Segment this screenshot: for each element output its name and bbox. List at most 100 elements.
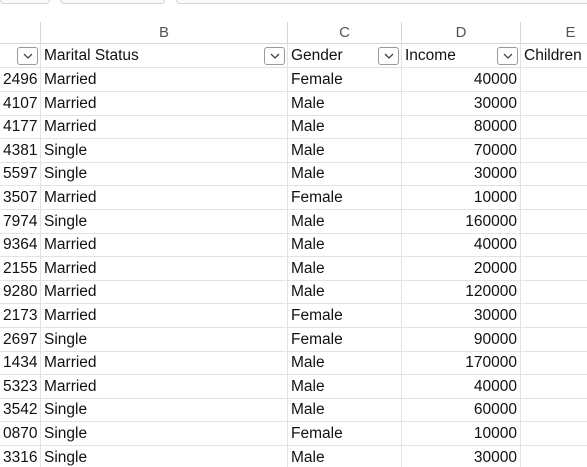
income-cell[interactable]: 70000 (402, 138, 521, 163)
gender-cell[interactable]: Male (288, 209, 402, 234)
header-cell-a[interactable] (0, 44, 41, 68)
children-cell[interactable] (521, 446, 587, 467)
marital-status-cell[interactable]: Married (41, 280, 288, 305)
id-cell[interactable]: 2155 (0, 256, 41, 281)
income-cell[interactable]: 80000 (402, 115, 521, 140)
income-cell[interactable]: 30000 (402, 445, 521, 467)
gender-cell[interactable]: Male (288, 280, 402, 305)
filter-dropdown-icon[interactable] (264, 47, 285, 65)
marital-status-cell[interactable]: Single (41, 209, 288, 234)
children-cell[interactable] (521, 186, 587, 210)
tab-fragment[interactable] (176, 0, 587, 4)
id-cell[interactable]: 7974 (0, 209, 41, 234)
marital-status-cell[interactable]: Married (41, 351, 288, 376)
id-cell[interactable]: 4381 (0, 138, 41, 163)
filter-dropdown-icon[interactable] (497, 47, 518, 65)
children-cell[interactable] (521, 162, 587, 186)
children-cell[interactable] (521, 375, 587, 399)
income-cell[interactable]: 30000 (402, 304, 521, 328)
id-cell[interactable]: 2697 (0, 327, 41, 352)
children-cell[interactable] (521, 304, 587, 328)
gender-cell[interactable]: Male (288, 138, 402, 163)
id-cell[interactable]: 4107 (0, 91, 41, 116)
income-cell[interactable]: 160000 (402, 209, 521, 234)
income-cell[interactable]: 40000 (402, 374, 521, 399)
marital-status-cell[interactable]: Married (41, 374, 288, 399)
children-cell[interactable] (521, 68, 587, 92)
marital-status-cell[interactable]: Married (41, 256, 288, 281)
marital-status-cell[interactable]: Single (41, 422, 288, 446)
marital-status-cell[interactable]: Married (41, 91, 288, 116)
marital-status-cell[interactable]: Married (41, 304, 288, 328)
header-cell-income[interactable]: Income (402, 44, 521, 68)
gender-cell[interactable]: Male (288, 256, 402, 281)
id-cell[interactable]: 3542 (0, 398, 41, 423)
header-cell-marital-status[interactable]: Marital Status (41, 44, 288, 68)
id-cell[interactable]: 2173 (0, 304, 41, 328)
children-cell[interactable] (521, 398, 587, 422)
marital-status-cell[interactable]: Single (41, 138, 288, 163)
id-cell[interactable]: 5323 (0, 374, 41, 399)
filter-dropdown-icon[interactable] (17, 47, 38, 65)
children-cell[interactable] (521, 233, 587, 257)
gender-cell[interactable]: Male (288, 398, 402, 423)
gender-cell[interactable]: Male (288, 162, 402, 187)
marital-status-cell[interactable]: Single (41, 327, 288, 352)
column-header-b[interactable]: B (41, 22, 288, 44)
id-cell[interactable]: 0870 (0, 422, 41, 446)
marital-status-cell[interactable]: Single (41, 162, 288, 187)
income-cell[interactable]: 10000 (402, 422, 521, 446)
id-cell[interactable]: 4177 (0, 115, 41, 140)
column-header-a[interactable] (0, 22, 41, 44)
marital-status-cell[interactable]: Married (41, 115, 288, 140)
column-header-d[interactable]: D (402, 22, 521, 44)
marital-status-cell[interactable]: Married (41, 233, 288, 258)
income-cell[interactable]: 120000 (402, 280, 521, 305)
gender-cell[interactable]: Male (288, 445, 402, 467)
filter-dropdown-icon[interactable] (378, 47, 399, 65)
marital-status-cell[interactable]: Single (41, 445, 288, 467)
income-cell[interactable]: 20000 (402, 256, 521, 281)
column-header-e[interactable]: E (521, 22, 587, 44)
children-cell[interactable] (521, 115, 587, 139)
children-cell[interactable] (521, 139, 587, 163)
marital-status-cell[interactable]: Single (41, 398, 288, 423)
income-cell[interactable]: 30000 (402, 162, 521, 187)
gender-cell[interactable]: Female (288, 327, 402, 352)
income-cell[interactable]: 90000 (402, 327, 521, 352)
id-cell[interactable]: 5597 (0, 162, 41, 187)
children-cell[interactable] (521, 328, 587, 352)
id-cell[interactable]: 1434 (0, 351, 41, 376)
gender-cell[interactable]: Female (288, 186, 402, 210)
id-cell[interactable]: 3507 (0, 186, 41, 210)
id-cell[interactable]: 9280 (0, 280, 41, 305)
children-cell[interactable] (521, 210, 587, 234)
children-cell[interactable] (521, 351, 587, 375)
income-cell[interactable]: 60000 (402, 398, 521, 423)
marital-status-cell[interactable]: Married (41, 186, 288, 210)
gender-cell[interactable]: Female (288, 68, 402, 92)
income-cell[interactable]: 10000 (402, 186, 521, 210)
id-cell[interactable]: 2496 (0, 68, 41, 92)
gender-cell[interactable]: Male (288, 351, 402, 376)
id-cell[interactable]: 3316 (0, 445, 41, 467)
marital-status-cell[interactable]: Married (41, 68, 288, 92)
gender-cell[interactable]: Male (288, 233, 402, 258)
id-cell[interactable]: 9364 (0, 233, 41, 258)
gender-cell[interactable]: Male (288, 374, 402, 399)
header-cell-gender[interactable]: Gender (288, 44, 402, 68)
income-cell[interactable]: 40000 (402, 68, 521, 92)
income-cell[interactable]: 170000 (402, 351, 521, 376)
tab-fragment[interactable] (60, 0, 165, 4)
gender-cell[interactable]: Male (288, 91, 402, 116)
children-cell[interactable] (521, 422, 587, 446)
column-header-c[interactable]: C (288, 22, 402, 44)
children-cell[interactable] (521, 257, 587, 281)
gender-cell[interactable]: Female (288, 304, 402, 328)
income-cell[interactable]: 40000 (402, 233, 521, 258)
children-cell[interactable] (521, 92, 587, 116)
income-cell[interactable]: 30000 (402, 91, 521, 116)
header-cell-children[interactable]: Children (521, 44, 587, 68)
gender-cell[interactable]: Male (288, 115, 402, 140)
children-cell[interactable] (521, 280, 587, 304)
